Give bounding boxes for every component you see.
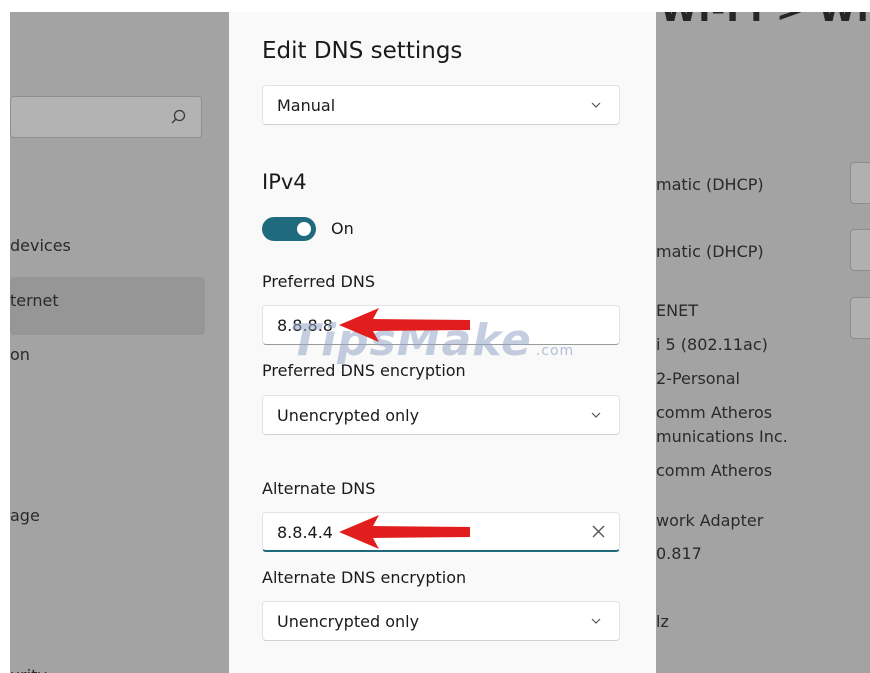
property-description-cont: work Adapter [656,511,764,530]
alternate-dns-value: 8.8.4.4 [277,523,333,542]
preferred-dns-encryption-select[interactable]: Unencrypted only [262,395,620,435]
property-description: comm Atheros [656,461,773,480]
clear-icon[interactable] [592,525,605,538]
nav-item-network-internet[interactable]: ternet [10,291,59,310]
page-title: Wi-Fi > Wi-Fi [660,12,870,30]
edit-ip-button[interactable] [850,162,870,204]
dns-mode-select[interactable]: Manual [262,85,620,125]
ipv4-toggle[interactable] [262,217,316,241]
preferred-encryption-value: Unencrypted only [277,406,420,425]
preferred-dns-label: Preferred DNS [262,272,375,291]
alternate-dns-encryption-select[interactable]: Unencrypted only [262,601,620,641]
alternate-encryption-value: Unencrypted only [277,612,420,631]
copy-properties-button[interactable] [850,297,870,339]
alternate-dns-label: Alternate DNS [262,479,376,498]
toggle-knob [297,222,311,236]
property-manufacturer: comm Atheros [656,403,773,422]
edit-dns-button[interactable] [850,229,870,271]
property-manufacturer-cont: munications Inc. [656,427,788,446]
property-security-type: 2-Personal [656,369,740,388]
alternate-dns-encryption-label: Alternate DNS encryption [262,568,467,587]
chevron-down-icon [591,412,601,418]
annotation-arrow-icon [339,308,470,342]
chevron-down-icon [591,618,601,624]
watermark-suffix: .com [535,343,575,359]
property-driver-version: 0.817 [656,544,702,563]
dialog-title: Edit DNS settings [262,38,463,64]
annotation-arrow-icon [339,515,470,549]
chevron-down-icon [591,102,601,108]
nav-item-personalization[interactable]: on [10,345,30,364]
ipv4-heading: IPv4 [262,170,307,194]
nav-item-language[interactable]: age [10,506,40,525]
nav-item-security[interactable]: urity [10,666,47,673]
screenshot-frame: Wi-Fi > Wi-Fi devices ternet on age urit… [0,0,870,673]
property-ssid: ENET [656,301,698,320]
nav-item-devices[interactable]: devices [10,236,71,255]
property-protocol: i 5 (802.11ac) [656,335,768,354]
property-band: lz [656,612,669,631]
ipv4-toggle-label: On [331,219,354,238]
property-dns-assignment: matic (DHCP) [656,242,764,261]
dns-mode-value: Manual [277,96,336,115]
property-ip-assignment: matic (DHCP) [656,175,764,194]
search-icon[interactable] [169,108,187,126]
settings-search-input[interactable] [10,96,202,138]
